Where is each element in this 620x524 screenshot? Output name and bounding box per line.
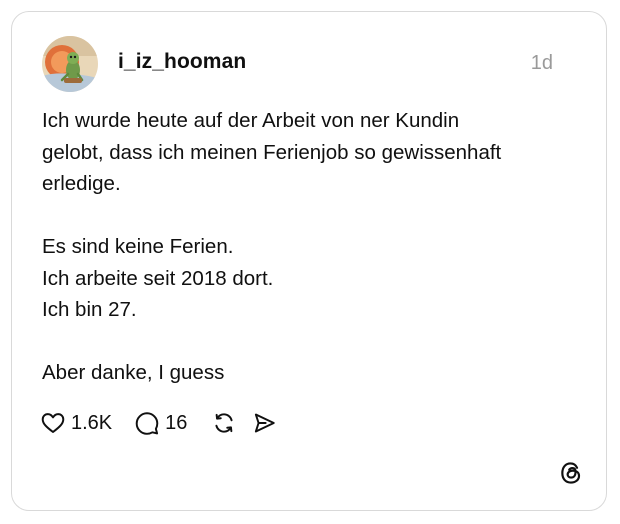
- share-button[interactable]: [251, 410, 277, 436]
- action-bar: 1.6K 16: [40, 409, 277, 437]
- reply-count: 16: [165, 411, 188, 434]
- like-button[interactable]: 1.6K: [40, 410, 112, 436]
- post-line: Aber danke, I guess: [42, 361, 225, 384]
- comment-icon: [135, 412, 159, 435]
- post-line: Es sind keine Ferien.: [42, 235, 234, 258]
- post-card: i_iz_hooman 1d Ich wurde heute auf der A…: [11, 11, 607, 511]
- share-icon: [255, 413, 276, 433]
- heart-icon: [41, 413, 65, 433]
- post-line: Ich arbeite seit 2018 dort.: [42, 266, 274, 290]
- frog-avatar-icon: [42, 36, 98, 92]
- timestamp: 1d: [530, 52, 553, 74]
- threads-logo-icon[interactable]: [558, 460, 584, 486]
- repost-icon: [215, 413, 233, 433]
- repost-button[interactable]: [211, 410, 237, 436]
- like-count: 1.6K: [71, 411, 113, 434]
- post-line: Ich wurde heute auf der Arbeit von ner K…: [42, 109, 460, 132]
- username[interactable]: i_iz_hooman: [118, 50, 246, 74]
- post-text: Ich wurde heute auf der Arbeit von ner K…: [42, 105, 582, 389]
- reply-button[interactable]: 16: [134, 410, 187, 436]
- post-line: Ich bin 27.: [42, 298, 137, 321]
- post-line: erledige.: [42, 172, 121, 195]
- post-line: gelobt, dass ich meinen Ferienjob so gew…: [42, 140, 502, 164]
- threads-logo-icon: [561, 462, 581, 484]
- avatar[interactable]: [42, 36, 98, 92]
